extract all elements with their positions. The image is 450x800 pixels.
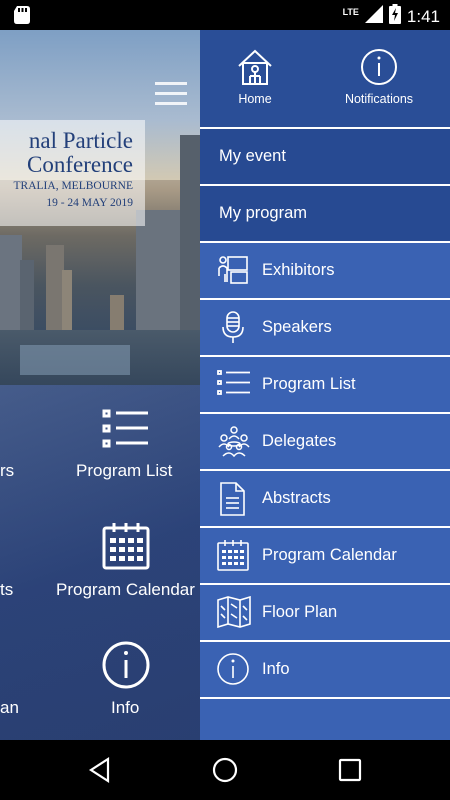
program-list-icon xyxy=(102,408,150,455)
document-icon xyxy=(217,482,251,516)
exhibitor-booth-icon xyxy=(217,254,251,288)
delegates-group-icon xyxy=(217,425,251,459)
battery-charging-icon xyxy=(388,4,401,29)
notifications-label: Notifications xyxy=(344,92,414,106)
signal-icon xyxy=(364,5,383,28)
menu-item-label: Floor Plan xyxy=(262,603,338,621)
menu-item-program-list[interactable]: Program List xyxy=(200,357,450,412)
home-info-label[interactable]: Info xyxy=(111,698,139,718)
banner-line-2: Conference xyxy=(27,152,133,177)
home-partial-label-2[interactable]: ts xyxy=(0,580,13,600)
conference-banner: nal Particle Conference TRALIA, MELBOURN… xyxy=(0,120,145,226)
app-screen: LTE 1:41 nal Particle Conference TRALIA,… xyxy=(0,0,450,800)
sd-card-icon xyxy=(14,6,30,29)
menu-item-label: Speakers xyxy=(262,318,332,336)
banner-line-4: 19 - 24 MAY 2019 xyxy=(46,197,133,209)
menu-item-abstracts[interactable]: Abstracts xyxy=(200,471,450,526)
home-program-calendar-label[interactable]: Program Calendar xyxy=(56,580,195,600)
microphone-icon xyxy=(217,311,251,345)
home-program-list-label[interactable]: Program List xyxy=(76,461,172,481)
menu-item-exhibitors[interactable]: Exhibitors xyxy=(200,243,450,298)
banner-line-3: TRALIA, MELBOURNE xyxy=(13,180,133,192)
home-icon xyxy=(200,48,310,86)
home-partial-label-1[interactable]: rs xyxy=(0,461,14,481)
drawer-header: Home Notifications xyxy=(200,30,450,130)
menu-item-label: My event xyxy=(219,147,286,165)
menu-item-my-program[interactable]: My program xyxy=(200,186,450,241)
back-icon[interactable] xyxy=(86,755,116,785)
menu-item-label: Program Calendar xyxy=(262,546,397,564)
list-icon xyxy=(217,368,251,402)
menu-item-speakers[interactable]: Speakers xyxy=(200,300,450,355)
menu-item-my-event[interactable]: My event xyxy=(200,129,450,184)
underlying-home-screen: nal Particle Conference TRALIA, MELBOURN… xyxy=(0,30,200,740)
menu-item-label: Program List xyxy=(262,375,356,393)
hamburger-menu-icon[interactable] xyxy=(155,82,187,112)
menu-item-label: Exhibitors xyxy=(262,261,335,279)
calendar-icon xyxy=(217,539,251,573)
info-icon xyxy=(101,640,151,695)
drawer-footer xyxy=(200,699,450,740)
notifications-button[interactable]: Notifications xyxy=(324,48,434,118)
menu-item-info[interactable]: Info xyxy=(200,642,450,697)
system-navigation-bar xyxy=(0,740,450,800)
menu-item-label: Delegates xyxy=(262,432,337,450)
map-icon xyxy=(217,595,251,630)
menu-item-delegates[interactable]: Delegates xyxy=(200,414,450,469)
notifications-info-icon xyxy=(324,48,434,86)
menu-item-label: Abstracts xyxy=(262,489,331,507)
status-bar: LTE 1:41 xyxy=(0,0,450,30)
navigation-drawer: Home Notifications My event My program E… xyxy=(200,30,450,740)
menu-item-floor-plan[interactable]: Floor Plan xyxy=(200,585,450,640)
program-calendar-icon xyxy=(102,522,150,575)
home-button[interactable]: Home xyxy=(200,48,310,118)
home-label: Home xyxy=(238,92,272,106)
home-circle-icon[interactable] xyxy=(210,755,240,785)
menu-item-program-calendar[interactable]: Program Calendar xyxy=(200,528,450,583)
recents-square-icon[interactable] xyxy=(335,755,365,785)
status-time: 1:41 xyxy=(406,6,440,26)
menu-item-label: Info xyxy=(262,660,290,678)
banner-line-1: nal Particle xyxy=(28,128,133,153)
info-icon xyxy=(217,653,251,687)
menu-item-label: My program xyxy=(219,204,308,222)
home-grid xyxy=(0,385,200,740)
home-partial-label-3[interactable]: an xyxy=(0,698,19,718)
network-type: LTE xyxy=(342,6,359,17)
